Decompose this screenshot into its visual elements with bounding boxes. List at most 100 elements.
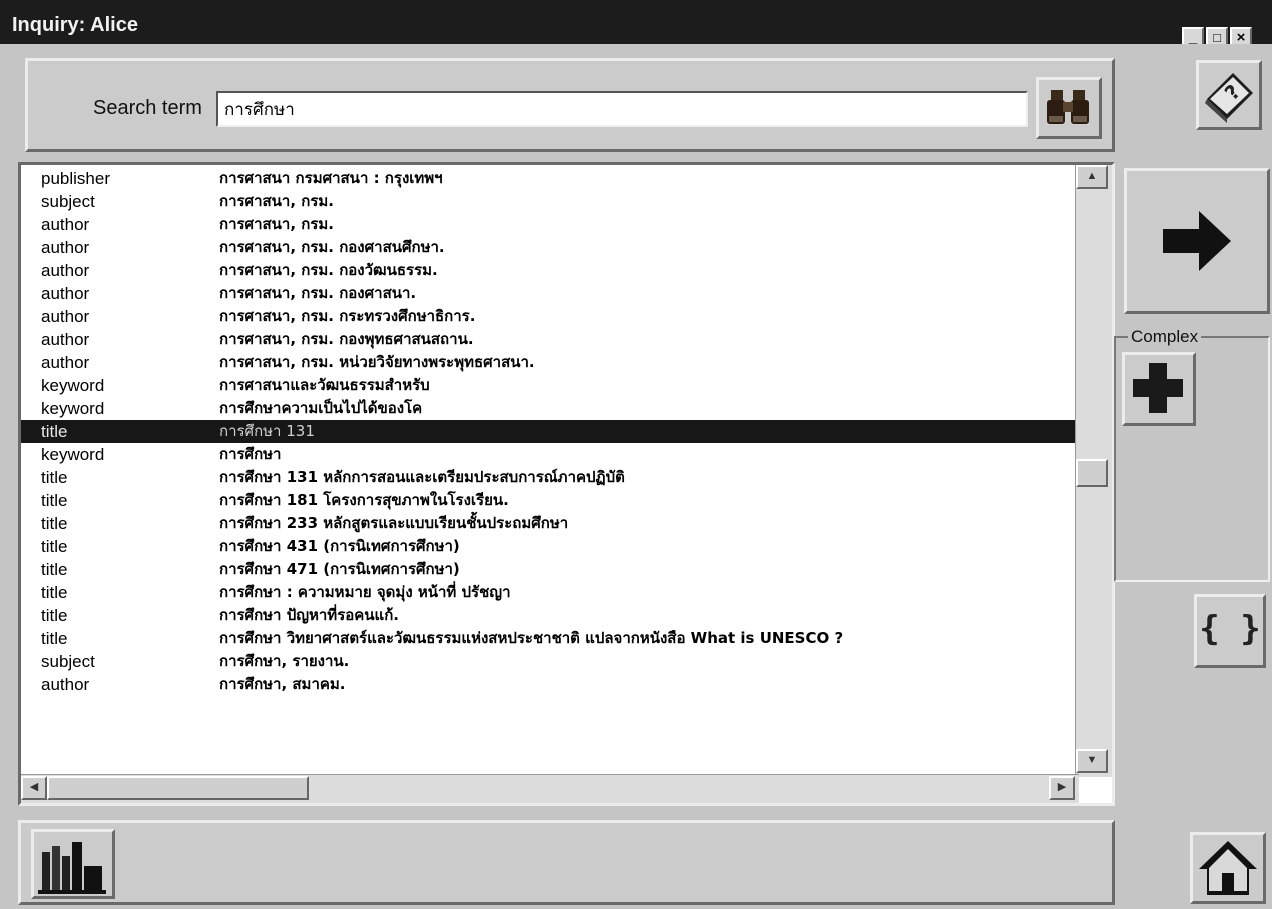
result-value: การศึกษา 431 (การนิเทศการศึกษา): [219, 537, 460, 555]
title-bar: Inquiry: Alice _ □ ×: [0, 0, 1272, 49]
result-row[interactable]: title การศึกษา 233 หลักสูตรและแบบเรียนชั้…: [21, 512, 1079, 535]
result-value: การศึกษา: [219, 445, 282, 463]
result-row[interactable]: keyword การศึกษาความเป็นไปได้ของโค: [21, 397, 1079, 420]
search-panel: Search term: [25, 58, 1115, 152]
result-type: title: [41, 583, 68, 602]
result-value: การศึกษา 181 โครงการสุขภาพในโรงเรียน.: [219, 491, 509, 509]
complex-label: Complex: [1128, 327, 1202, 347]
library-button[interactable]: [31, 829, 115, 899]
window-title: Inquiry: Alice: [12, 14, 138, 36]
result-type: author: [41, 215, 90, 234]
result-type: title: [41, 606, 68, 625]
scroll-thumb[interactable]: [1076, 459, 1108, 487]
result-row[interactable]: author การศาสนา, กรม. กองศาสนา.: [21, 282, 1079, 305]
result-value: การศึกษา 131 หลักการสอนและเตรียมประสบการ…: [219, 468, 625, 486]
result-row[interactable]: keyword การศาสนาและวัฒนธรรมสำหรับ: [21, 374, 1079, 397]
search-input[interactable]: [216, 91, 1028, 127]
result-type: keyword: [41, 445, 105, 464]
result-row[interactable]: title การศึกษา วิทยาศาสตร์และวัฒนธรรมแห่ง…: [21, 627, 1079, 650]
result-value: การศาสนา, กรม.: [219, 192, 334, 210]
vertical-scrollbar[interactable]: ▲ ▼: [1075, 165, 1112, 777]
result-type: author: [41, 330, 90, 349]
horizontal-scroll-thumb[interactable]: [47, 776, 309, 800]
result-value: การศาสนา, กรม. กระทรวงศึกษาธิการ.: [219, 307, 476, 325]
braces-button[interactable]: { }: [1194, 594, 1266, 668]
result-row[interactable]: subject การศาสนา, กรม.: [21, 190, 1079, 213]
result-type: author: [41, 307, 90, 326]
result-value: การศาสนา, กรม. กองวัฒนธรรม.: [219, 261, 438, 279]
next-button[interactable]: [1124, 168, 1270, 314]
result-type: subject: [41, 192, 95, 211]
result-value: การศึกษา 233 หลักสูตรและแบบเรียนชั้นประถ…: [219, 514, 569, 532]
help-book-icon: ?: [1205, 73, 1253, 123]
result-type: title: [41, 491, 68, 510]
result-type: title: [41, 514, 68, 533]
scroll-left-button[interactable]: ◀: [21, 776, 47, 800]
result-type: keyword: [41, 399, 105, 418]
result-type: author: [41, 675, 90, 694]
result-value: การศาสนา, กรม. หน่วยวิจัยทางพระพุทธศาสนา…: [219, 353, 535, 371]
result-type: title: [41, 560, 68, 579]
scroll-up-button[interactable]: ▲: [1076, 165, 1108, 189]
home-icon: [1199, 841, 1257, 895]
result-value: การศึกษา ปัญหาที่รอคนแก้.: [219, 606, 399, 624]
result-value: การศึกษา : ความหมาย จุดมุ่ง หน้าที่ ปรัช…: [219, 583, 511, 601]
arrow-right-icon: [1163, 211, 1231, 271]
result-value: การศาสนา, กรม. กองศาสนา.: [219, 284, 417, 302]
result-row[interactable]: title การศึกษา ปัญหาที่รอคนแก้.: [21, 604, 1079, 627]
window-client: Search term ? publisher การศาสนา กรมศาสนา…: [0, 44, 1272, 909]
result-value: การศาสนา กรมศาสนา : กรุงเทพฯ: [219, 169, 443, 187]
scroll-right-button[interactable]: ▶: [1049, 776, 1075, 800]
results-list: publisher การศาสนา กรมศาสนา : กรุงเทพฯ sub…: [18, 162, 1115, 806]
result-row[interactable]: author การศึกษา, สมาคม.: [21, 673, 1079, 696]
result-row[interactable]: author การศาสนา, กรม. กองศาสนศึกษา.: [21, 236, 1079, 259]
result-row[interactable]: author การศาสนา, กรม. กระทรวงศึกษาธิการ.: [21, 305, 1079, 328]
find-button[interactable]: [1036, 77, 1102, 139]
result-row[interactable]: subject การศึกษา, รายงาน.: [21, 650, 1079, 673]
scroll-down-button[interactable]: ▼: [1076, 749, 1108, 773]
result-value: การศึกษา 471 (การนิเทศการศึกษา): [219, 560, 460, 578]
search-label: Search term: [93, 97, 202, 119]
result-value: การศึกษา 131: [219, 422, 315, 440]
result-type: subject: [41, 652, 95, 671]
plus-icon: [1133, 363, 1183, 413]
result-row[interactable]: title การศึกษา 131: [21, 420, 1079, 443]
result-type: author: [41, 353, 90, 372]
bottom-panel: [18, 820, 1115, 905]
result-value: การศึกษา วิทยาศาสตร์และวัฒนธรรมแห่งสหประ…: [219, 629, 844, 647]
result-value: การศึกษาความเป็นไปได้ของโค: [219, 399, 423, 417]
result-row[interactable]: title การศึกษา : ความหมาย จุดมุ่ง หน้าที่…: [21, 581, 1079, 604]
result-value: การศาสนา, กรม.: [219, 215, 334, 233]
result-row[interactable]: author การศาสนา, กรม.: [21, 213, 1079, 236]
help-button[interactable]: ?: [1196, 60, 1262, 130]
result-row[interactable]: author การศาสนา, กรม. กองวัฒนธรรม.: [21, 259, 1079, 282]
binoculars-icon: [1047, 90, 1089, 124]
result-type: author: [41, 238, 90, 257]
add-button[interactable]: [1122, 352, 1196, 426]
result-type: title: [41, 422, 68, 441]
result-row[interactable]: title การศึกษา 181 โครงการสุขภาพในโรงเรีย…: [21, 489, 1079, 512]
result-type: keyword: [41, 376, 105, 395]
result-type: title: [41, 468, 68, 487]
result-value: การศาสนา, กรม. กองศาสนศึกษา.: [219, 238, 445, 256]
home-button[interactable]: [1190, 832, 1266, 904]
result-row[interactable]: publisher การศาสนา กรมศาสนา : กรุงเทพฯ: [21, 167, 1079, 190]
results-rows: publisher การศาสนา กรมศาสนา : กรุงเทพฯ sub…: [21, 167, 1079, 777]
result-row[interactable]: title การศึกษา 131 หลักการสอนและเตรียมประ…: [21, 466, 1079, 489]
result-row[interactable]: title การศึกษา 471 (การนิเทศการศึกษา): [21, 558, 1079, 581]
result-row[interactable]: author การศาสนา, กรม. หน่วยวิจัยทางพระพุท…: [21, 351, 1079, 374]
result-type: title: [41, 537, 68, 556]
result-type: author: [41, 261, 90, 280]
result-type: title: [41, 629, 68, 648]
horizontal-scrollbar[interactable]: ◀ ▶: [21, 774, 1079, 803]
result-value: การศึกษา, สมาคม.: [219, 675, 346, 693]
result-row[interactable]: author การศาสนา, กรม. กองพุทธศาสนสถาน.: [21, 328, 1079, 351]
result-value: การศาสนาและวัฒนธรรมสำหรับ: [219, 376, 430, 394]
result-type: publisher: [41, 169, 110, 188]
result-type: author: [41, 284, 90, 303]
result-row[interactable]: title การศึกษา 431 (การนิเทศการศึกษา): [21, 535, 1079, 558]
library-books-icon: [38, 842, 106, 894]
result-value: การศาสนา, กรม. กองพุทธศาสนสถาน.: [219, 330, 474, 348]
result-row[interactable]: keyword การศึกษา: [21, 443, 1079, 466]
result-value: การศึกษา, รายงาน.: [219, 652, 350, 670]
